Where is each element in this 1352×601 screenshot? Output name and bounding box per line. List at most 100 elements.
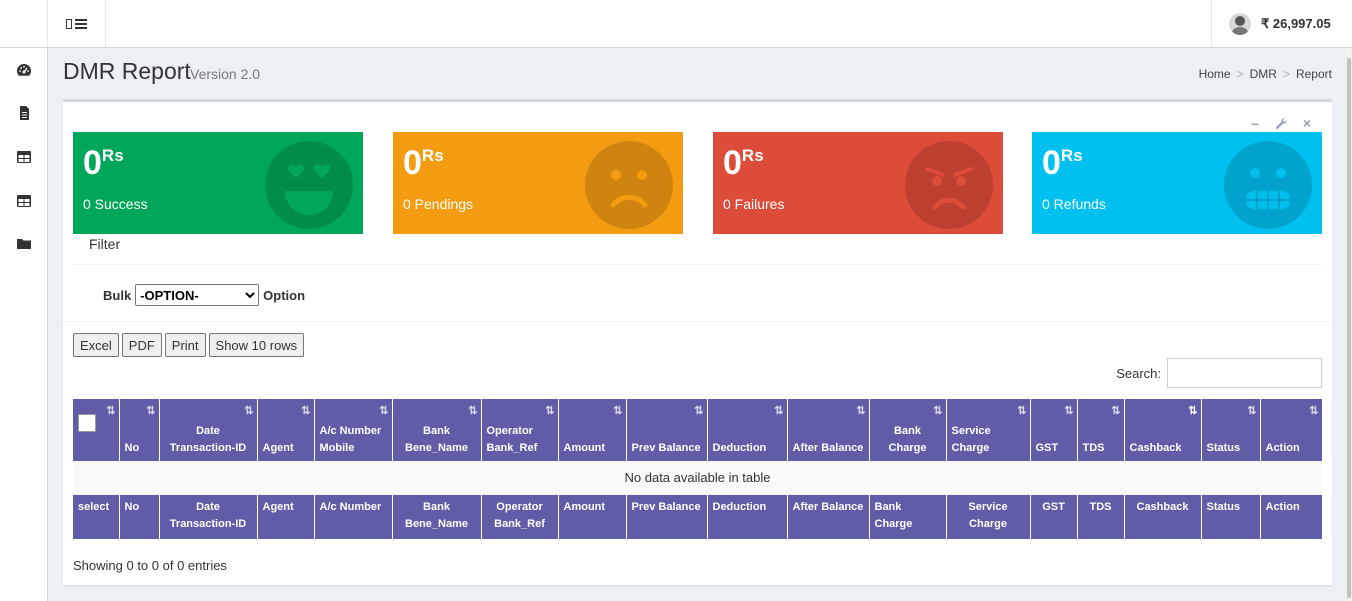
column-label: Status <box>1206 442 1241 454</box>
sort-icon: ⇅ <box>933 405 942 417</box>
column-date[interactable]: Date Transaction-ID ⇅ <box>159 399 258 461</box>
column-label: After Balance <box>792 442 864 454</box>
bulk-option-row: Bulk -OPTION- Option <box>103 284 305 306</box>
filter-label: Filter <box>89 236 121 252</box>
column-status[interactable]: Status ⇅ <box>1201 399 1261 461</box>
column-cashback[interactable]: Cashback ⇅ <box>1124 399 1202 461</box>
column-label: Date Transaction-ID <box>169 425 247 454</box>
search-input[interactable] <box>1167 358 1322 388</box>
footer-bank-charge: Bank Charge <box>869 494 947 539</box>
column-bank[interactable]: Bank Bene_Name ⇅ <box>392 399 482 461</box>
sort-icon: ⇅ <box>774 405 783 417</box>
success-amount: 0Rs <box>83 144 124 182</box>
user-menu[interactable]: ₹ 26,997.05 <box>1211 0 1344 47</box>
column-prev-balance[interactable]: Prev Balance ⇅ <box>626 399 708 461</box>
column-gst[interactable]: GST ⇅ <box>1030 399 1078 461</box>
column-label: Amount <box>563 442 606 454</box>
table-icon[interactable] <box>16 194 32 208</box>
failure-tile: 0Rs 0 Failures <box>713 132 1003 234</box>
divider <box>73 264 1322 265</box>
refund-tile: 0Rs 0 Refunds <box>1032 132 1322 234</box>
breadcrumb-home[interactable]: Home <box>1199 67 1231 81</box>
column-label: TDS <box>1082 442 1105 454</box>
pdf-button[interactable]: PDF <box>121 333 162 357</box>
table-search: Search: <box>1116 358 1322 388</box>
column-label: Bank Charge <box>888 425 927 454</box>
search-label: Search: <box>1116 365 1161 381</box>
collapse-button[interactable]: – <box>1248 115 1262 131</box>
column-bank-charge[interactable]: Bank Charge ⇅ <box>869 399 947 461</box>
print-button[interactable]: Print <box>164 333 206 357</box>
footer-status: Status <box>1201 494 1261 539</box>
grimace-icon <box>1224 141 1312 229</box>
column-label: Cashback <box>1129 442 1182 454</box>
refund-label: 0 Refunds <box>1042 196 1106 212</box>
breadcrumb-dmr[interactable]: DMR <box>1250 67 1277 81</box>
column-label: Service Charge <box>951 425 991 454</box>
table-icon[interactable] <box>16 150 32 164</box>
column-deduction[interactable]: Deduction ⇅ <box>707 399 788 461</box>
table-row: No data available in table <box>73 461 1322 495</box>
column-label: Prev Balance <box>631 442 701 454</box>
export-buttons: Excel PDF Print Show 10 rows <box>73 333 305 357</box>
sort-icon: ⇅ <box>1111 405 1120 417</box>
sort-icon: ⇅ <box>468 405 477 417</box>
footer-operator: Operator Bank_Ref <box>481 494 559 539</box>
heart-eyes-icon <box>265 141 353 229</box>
footer-prev-balance: Prev Balance <box>626 494 708 539</box>
sidebar-toggle-button[interactable] <box>48 0 106 47</box>
failure-label: 0 Failures <box>723 196 785 212</box>
column-agent[interactable]: Agent ⇅ <box>257 399 315 461</box>
top-navbar: ₹ 26,997.05 <box>0 0 1352 48</box>
bulk-label: Bulk <box>103 287 132 303</box>
close-button[interactable]: × <box>1300 115 1314 131</box>
option-label: Option <box>263 287 306 303</box>
column-label: Bank Bene_Name <box>405 425 468 454</box>
select-all-checkbox[interactable] <box>78 414 96 432</box>
wrench-icon[interactable] <box>1274 116 1288 130</box>
sort-icon: ⇅ <box>1309 405 1318 417</box>
footer-date: Date Transaction-ID <box>159 494 258 539</box>
table-info: Showing 0 to 0 of 0 entries <box>73 558 227 573</box>
bulk-option-select[interactable]: -OPTION- <box>135 284 260 306</box>
failure-amount: 0Rs <box>723 144 764 182</box>
empty-table-message: No data available in table <box>73 461 1322 495</box>
column-account[interactable]: A/c Number Mobile ⇅ <box>314 399 393 461</box>
dmr-table: ⇅ No ⇅ Date Transaction-ID ⇅ Agent ⇅ A/c Nu… <box>73 399 1323 539</box>
folder-icon[interactable] <box>16 237 32 251</box>
logo-area <box>0 0 48 47</box>
column-label: Agent <box>262 442 294 454</box>
column-label: Action <box>1265 442 1300 454</box>
footer-agent: Agent <box>257 494 315 539</box>
box-tools: – × <box>1248 115 1314 131</box>
footer-amount: Amount <box>558 494 627 539</box>
file-icon[interactable] <box>16 106 32 120</box>
column-after-balance[interactable]: After Balance ⇅ <box>787 399 870 461</box>
sort-icon: ⇅ <box>244 405 253 417</box>
column-no[interactable]: No ⇅ <box>119 399 160 461</box>
success-tile: 0Rs 0 Success <box>73 132 363 234</box>
sidebar <box>0 48 48 601</box>
sort-icon: ⇅ <box>1247 405 1256 417</box>
footer-deduction: Deduction <box>707 494 788 539</box>
footer-no: No <box>119 494 160 539</box>
dashboard-icon[interactable] <box>16 63 32 77</box>
column-service-charge[interactable]: Service Charge ⇅ <box>946 399 1031 461</box>
sort-icon: ⇅ <box>856 405 865 417</box>
pending-amount: 0Rs <box>403 144 444 182</box>
page-length-button[interactable]: Show 10 rows <box>208 333 305 357</box>
excel-button[interactable]: Excel <box>73 333 119 357</box>
breadcrumb-report: Report <box>1295 67 1332 81</box>
select-all-column[interactable]: ⇅ <box>73 399 120 461</box>
column-operator[interactable]: Operator Bank_Ref ⇅ <box>481 399 559 461</box>
page-scrollbar[interactable] <box>1346 48 1352 601</box>
column-action[interactable]: Action ⇅ <box>1260 399 1323 461</box>
user-avatar <box>1229 12 1251 35</box>
success-label: 0 Success <box>83 196 148 212</box>
footer-select: select <box>73 494 120 539</box>
sort-icon: ⇅ <box>301 405 310 417</box>
column-tds[interactable]: TDS ⇅ <box>1077 399 1125 461</box>
sort-icon: ⇅ <box>1017 405 1026 417</box>
sort-icon: ⇅ <box>146 405 155 417</box>
column-amount[interactable]: Amount ⇅ <box>558 399 627 461</box>
